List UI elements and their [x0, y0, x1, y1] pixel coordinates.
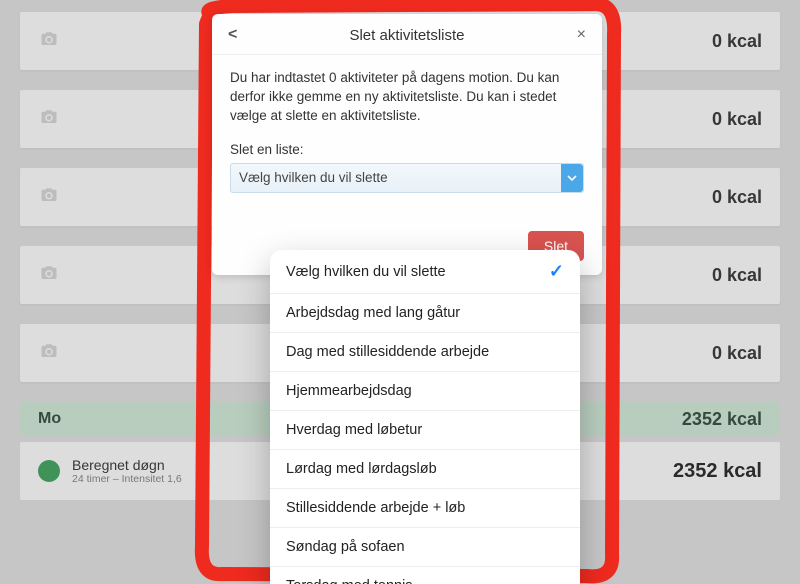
- option-label: Vælg hvilken du vil slette: [286, 264, 446, 280]
- option-label: Stillesiddende arbejde + løb: [286, 500, 465, 516]
- option-label: Hjemmearbejdsdag: [286, 383, 412, 399]
- dropdown-option[interactable]: Torsdag med tennis: [270, 567, 580, 584]
- option-label: Hverdag med løbetur: [286, 422, 422, 438]
- back-button[interactable]: <: [228, 26, 237, 44]
- option-label: Arbejdsdag med lang gåtur: [286, 305, 460, 321]
- dropdown-option[interactable]: Hverdag med løbetur: [270, 411, 580, 450]
- modal-title: Slet aktivitetsliste: [349, 27, 464, 44]
- option-label: Dag med stillesiddende arbejde: [286, 344, 489, 360]
- list-select[interactable]: Vælg hvilken du vil slette: [230, 163, 584, 193]
- dropdown-option[interactable]: Dag med stillesiddende arbejde: [270, 333, 580, 372]
- dropdown-option[interactable]: Hjemmearbejdsdag: [270, 372, 580, 411]
- select-dropdown: Vælg hvilken du vil slette ✓ Arbejdsdag …: [270, 250, 580, 584]
- select-value: Vælg hvilken du vil slette: [239, 170, 388, 185]
- dropdown-option[interactable]: Stillesiddende arbejde + løb: [270, 489, 580, 528]
- check-icon: ✓: [549, 261, 564, 282]
- dropdown-option[interactable]: Vælg hvilken du vil slette ✓: [270, 250, 580, 294]
- chevron-down-icon: [561, 164, 583, 192]
- option-label: Torsdag med tennis: [286, 578, 413, 584]
- dropdown-option[interactable]: Arbejdsdag med lang gåtur: [270, 294, 580, 333]
- option-label: Lørdag med lørdagsløb: [286, 461, 437, 477]
- modal-body: Du har indtastet 0 aktiviteter på dagens…: [212, 55, 602, 193]
- dropdown-option[interactable]: Lørdag med lørdagsløb: [270, 450, 580, 489]
- delete-list-modal: < Slet aktivitetsliste × Du har indtaste…: [212, 14, 602, 275]
- modal-header: < Slet aktivitetsliste ×: [212, 14, 602, 55]
- modal-description: Du har indtastet 0 aktiviteter på dagens…: [230, 69, 584, 126]
- option-label: Søndag på sofaen: [286, 539, 405, 555]
- select-label: Slet en liste:: [230, 142, 584, 157]
- dropdown-option[interactable]: Søndag på sofaen: [270, 528, 580, 567]
- close-icon[interactable]: ×: [577, 26, 586, 44]
